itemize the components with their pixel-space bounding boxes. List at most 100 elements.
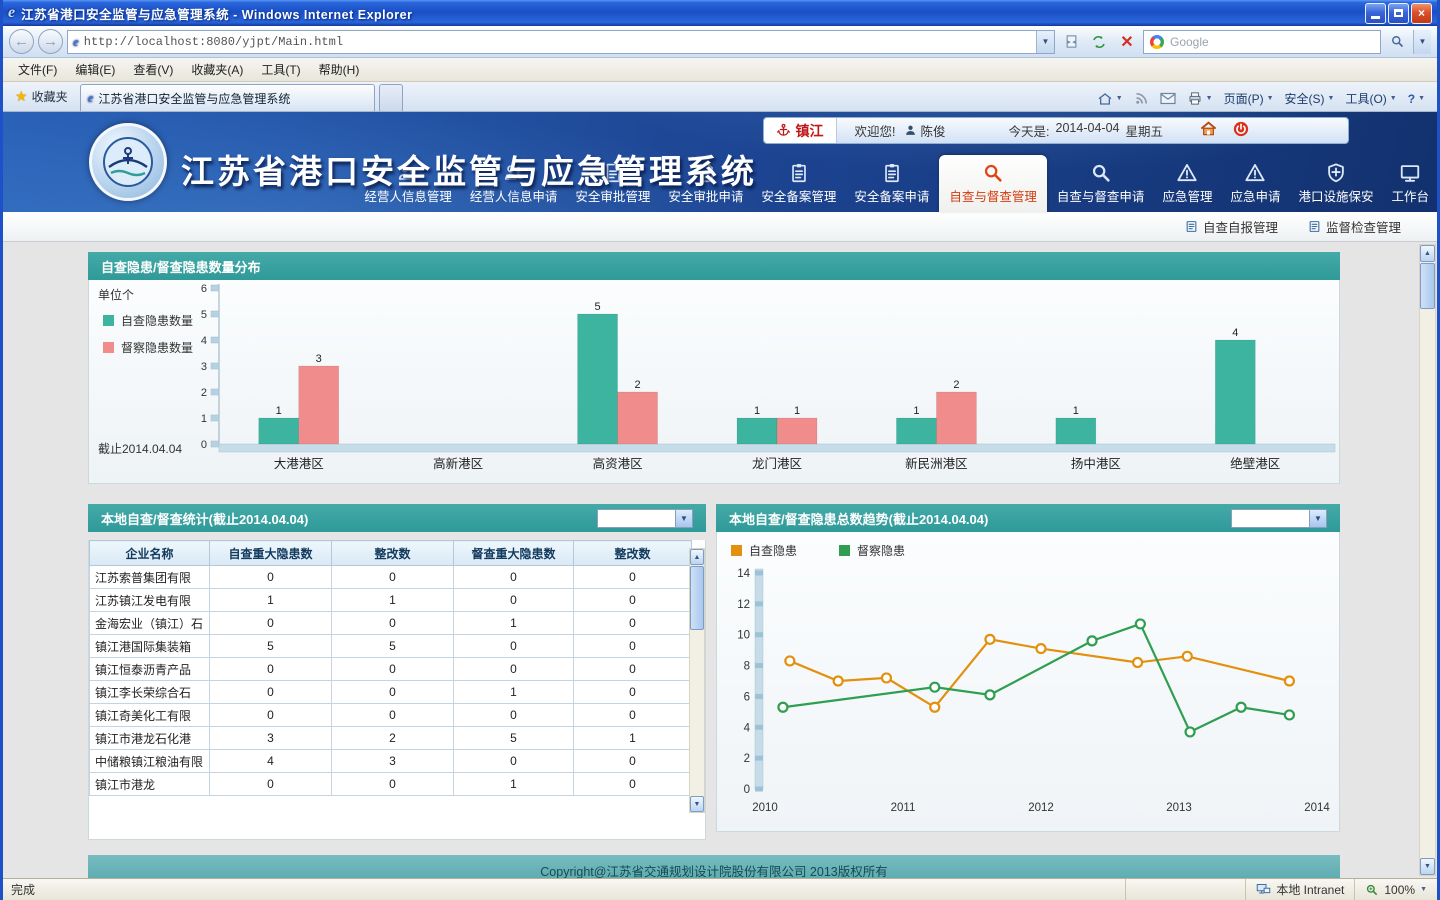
table-row[interactable]: 镇江恒泰沥青产品0000 (90, 658, 692, 681)
search-input[interactable]: Google (1170, 35, 1374, 49)
svg-text:0: 0 (744, 784, 750, 796)
mail-button[interactable] (1160, 92, 1176, 105)
tab-active[interactable]: e 江苏省港口安全监管与应急管理系统 (80, 84, 375, 111)
nav-item-4[interactable]: 安全备案管理 (753, 157, 844, 212)
table-cell: 0 (574, 704, 692, 727)
legend-item: 督察隐患 (839, 542, 905, 559)
menu-item-4[interactable]: 工具(T) (252, 58, 309, 81)
trend-chart-body: 自查隐患督察隐患 0246810121420102011201220132014 (716, 532, 1340, 832)
intranet-icon (1256, 883, 1271, 896)
menu-item-3[interactable]: 收藏夹(A) (182, 58, 252, 81)
menu-item-0[interactable]: 文件(F) (9, 58, 66, 81)
table-scrollbar[interactable]: ▲ ▼ (689, 548, 705, 813)
search-box[interactable]: Google (1143, 30, 1381, 54)
submenu-item-1[interactable]: 监督检查管理 (1308, 217, 1401, 236)
toolbar-button-2[interactable]: 工具(O)▼ (1345, 90, 1396, 107)
table-row[interactable]: 镇江市港龙0010 (90, 773, 692, 796)
window-title: 江苏省港口安全监管与应急管理系统 - Windows Internet Expl… (21, 4, 1359, 23)
scroll-down-button[interactable]: ▼ (1420, 858, 1435, 875)
nav-item-7[interactable]: 自查与督查申请 (1049, 157, 1153, 212)
scroll-thumb[interactable] (1420, 263, 1435, 309)
zoom-dropdown-button[interactable]: ▼ (1420, 886, 1427, 893)
home-shortcut-button[interactable] (1199, 120, 1218, 141)
svg-text:2012: 2012 (1028, 802, 1054, 814)
user-bar: 镇江 欢迎您! 陈俊 今天是: 2014-04-04 星期五 (763, 117, 1349, 144)
maximize-button[interactable] (1388, 3, 1409, 24)
forward-button[interactable]: → (38, 29, 63, 54)
bar-chart-title: 自查隐患/督查隐患数量分布 (101, 257, 261, 276)
bar-chart-panel-header: 自查隐患/督查隐患数量分布 (88, 252, 1340, 280)
table-cell: 0 (574, 635, 692, 658)
address-field[interactable]: e http://localhost:8080/yjpt/Main.html ▼ (67, 30, 1055, 54)
trend-filter-dropdown[interactable]: ▼ (1231, 509, 1327, 528)
toolbar-button-1[interactable]: 安全(S)▼ (1285, 90, 1335, 107)
table-cell: 0 (332, 704, 454, 727)
table-row[interactable]: 中储粮镇江粮油有限4300 (90, 750, 692, 773)
page-favicon-icon: e (73, 34, 79, 50)
menu-item-5[interactable]: 帮助(H) (310, 58, 369, 81)
compatibility-view-button[interactable] (1059, 30, 1083, 54)
favorites-button[interactable]: ★ 收藏夹 (7, 83, 76, 109)
scroll-up-button[interactable]: ▲ (690, 549, 704, 565)
scroll-down-button[interactable]: ▼ (690, 796, 704, 812)
table-row[interactable]: 镇江奇美化工有限0000 (90, 704, 692, 727)
user-name[interactable]: 陈俊 (904, 121, 946, 140)
address-dropdown-button[interactable]: ▼ (1036, 31, 1054, 53)
table-cell: 1 (454, 681, 574, 704)
nav-item-9[interactable]: 应急申请 (1222, 157, 1288, 212)
trend-panel-title: 本地自查/督查隐患总数趋势(截止2014.04.04) (729, 509, 988, 528)
table-cell: 0 (210, 612, 332, 635)
table-row[interactable]: 江苏索普集团有限0000 (90, 566, 692, 589)
refresh-button[interactable] (1087, 30, 1111, 54)
table-row[interactable]: 金海宏业（镇江）石0010 (90, 612, 692, 635)
search-dropdown-button[interactable]: ▼ (1413, 30, 1431, 54)
menu-item-2[interactable]: 查看(V) (124, 58, 182, 81)
table-row[interactable]: 镇江港国际集装箱5500 (90, 635, 692, 658)
svg-text:14: 14 (737, 568, 750, 580)
nav-item-8[interactable]: 应急管理 (1154, 157, 1220, 212)
menu-item-1[interactable]: 编辑(E) (66, 58, 124, 81)
toolbar-button-0[interactable]: 页面(P)▼ (1224, 90, 1274, 107)
table-cell: 1 (454, 773, 574, 796)
home-button[interactable]: ▼ (1097, 91, 1123, 107)
scroll-thumb[interactable] (690, 566, 704, 630)
search-button[interactable] (1385, 30, 1409, 54)
svg-text:2: 2 (635, 379, 641, 391)
tab-favicon-icon: e (88, 90, 94, 106)
table-cell: 镇江港国际集装箱 (90, 635, 210, 658)
table-cell: 金海宏业（镇江）石 (90, 612, 210, 635)
nav-item-11[interactable]: 工作台 (1383, 157, 1437, 212)
url-text[interactable]: http://localhost:8080/yjpt/Main.html (84, 35, 1031, 49)
nav-item-5[interactable]: 安全备案申请 (846, 157, 937, 212)
stop-button[interactable]: ✕ (1115, 30, 1139, 54)
zoom-control[interactable]: 100% ▼ (1354, 879, 1437, 900)
bar-chart-legend: 自查隐患数量督察隐患数量 (103, 312, 193, 356)
logout-button[interactable] (1232, 120, 1250, 141)
table-cell: 镇江奇美化工有限 (90, 704, 210, 727)
content-scrollbar[interactable]: ▲ ▼ (1419, 244, 1436, 876)
table-row[interactable]: 镇江市港龙石化港3251 (90, 727, 692, 750)
status-text: 完成 (3, 881, 1125, 898)
nav-item-10[interactable]: 港口设施保安 (1290, 157, 1381, 212)
scroll-up-button[interactable]: ▲ (1420, 245, 1435, 262)
print-button[interactable]: ▼ (1187, 91, 1213, 106)
svg-text:3: 3 (201, 361, 207, 373)
minimize-button[interactable] (1365, 3, 1386, 24)
table-cell: 0 (574, 750, 692, 773)
table-row[interactable]: 镇江李长荣综合石0010 (90, 681, 692, 704)
feeds-button[interactable] (1134, 91, 1149, 106)
submenu-item-0[interactable]: 自查自报管理 (1185, 217, 1278, 236)
help-button[interactable]: ? ▼ (1408, 92, 1425, 106)
back-button[interactable]: ← (9, 29, 34, 54)
content-area: 自查隐患/督查隐患数量分布 单位个 自查隐患数量督察隐患数量 截止2014.04… (3, 242, 1437, 878)
svg-text:6: 6 (201, 284, 207, 295)
table-cell: 0 (210, 704, 332, 727)
svg-text:1: 1 (1073, 405, 1079, 417)
table-cell: 0 (454, 635, 574, 658)
trend-panel-header: 本地自查/督查隐患总数趋势(截止2014.04.04) ▼ (716, 504, 1340, 532)
nav-item-6[interactable]: 自查与督查管理 (939, 155, 1047, 212)
close-button[interactable]: × (1411, 3, 1432, 24)
stats-filter-dropdown[interactable]: ▼ (597, 509, 693, 528)
new-tab-button[interactable] (379, 84, 403, 111)
table-row[interactable]: 江苏镇江发电有限1100 (90, 589, 692, 612)
